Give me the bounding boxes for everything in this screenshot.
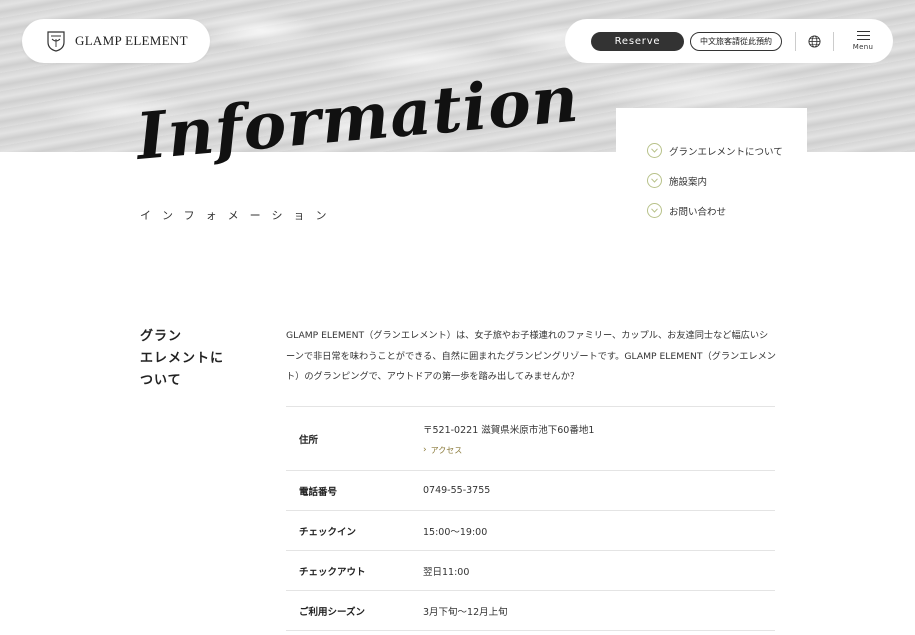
section-heading-line: エレメントに bbox=[140, 351, 225, 366]
header-nav: Reserve 中文旅客請從此預約 Menu bbox=[565, 19, 893, 63]
table-row: ご利用シーズン 3月下旬〜12月上旬 bbox=[286, 591, 775, 631]
section-heading-line: グラン bbox=[140, 329, 183, 344]
logo-link[interactable]: GLAMP ELEMENT bbox=[22, 19, 210, 63]
nav-divider bbox=[833, 32, 834, 51]
anchor-link-label: グランエレメントについて bbox=[669, 146, 783, 158]
chevron-down-icon bbox=[647, 143, 662, 158]
chinese-reserve-button[interactable]: 中文旅客請從此預約 bbox=[690, 32, 782, 51]
access-link-label: アクセス bbox=[430, 445, 463, 455]
anchor-link-contact[interactable]: お問い合わせ bbox=[647, 203, 726, 218]
row-label: 電話番号 bbox=[299, 486, 338, 498]
table-row: チェックアウト 翌日11:00 bbox=[286, 551, 775, 591]
table-row: 住所 〒521-0221 滋賀県米原市池下60番地1 › アクセス bbox=[286, 407, 775, 471]
access-link[interactable]: › アクセス bbox=[423, 445, 594, 456]
section-heading-line: ついて bbox=[140, 373, 182, 388]
row-value-group: 〒521-0221 滋賀県米原市池下60番地1 › アクセス bbox=[423, 422, 594, 456]
row-label: チェックイン bbox=[299, 526, 357, 538]
menu-label: Menu bbox=[852, 43, 874, 51]
anchor-link-label: お問い合わせ bbox=[669, 206, 727, 218]
phone-number[interactable]: 0749-55-3755 bbox=[423, 485, 490, 496]
nav-divider bbox=[795, 32, 796, 51]
globe-icon[interactable] bbox=[808, 35, 821, 48]
menu-button[interactable]: Menu bbox=[850, 30, 876, 54]
row-value: 〒521-0221 滋賀県米原市池下60番地1 bbox=[423, 424, 595, 436]
page-title-kana: インフォメーション bbox=[140, 209, 338, 222]
page-anchor-nav: グランエレメントについて 施設案内 お問い合わせ bbox=[616, 108, 807, 238]
info-table: 住所 〒521-0221 滋賀県米原市池下60番地1 › アクセス 電話番号 0… bbox=[286, 406, 775, 631]
table-row: 電話番号 0749-55-3755 bbox=[286, 471, 775, 511]
row-label: チェックアウト bbox=[299, 566, 366, 578]
chevron-down-icon bbox=[647, 173, 662, 188]
section-intro: GLAMP ELEMENT（グランエレメント）は、女子旅やお子様連れのファミリー… bbox=[286, 330, 776, 382]
chevron-right-icon: › bbox=[423, 445, 427, 455]
anchor-link-facilities[interactable]: 施設案内 bbox=[647, 173, 707, 188]
anchor-link-label: 施設案内 bbox=[669, 176, 708, 188]
reserve-button[interactable]: Reserve bbox=[591, 32, 684, 51]
table-row: チェックイン 15:00〜19:00 bbox=[286, 511, 775, 551]
row-label: ご利用シーズン bbox=[299, 606, 366, 618]
chevron-down-icon bbox=[647, 203, 662, 218]
anchor-link-about[interactable]: グランエレメントについて bbox=[647, 143, 783, 158]
section-heading: グラン エレメントに ついて bbox=[140, 326, 250, 392]
row-value: 15:00〜19:00 bbox=[423, 526, 488, 538]
row-value: 翌日11:00 bbox=[423, 566, 470, 578]
crest-logo-icon bbox=[47, 31, 65, 52]
logo-text: GLAMP ELEMENT bbox=[75, 33, 188, 48]
row-label: 住所 bbox=[299, 434, 319, 446]
row-value: 3月下旬〜12月上旬 bbox=[423, 606, 508, 618]
hamburger-icon bbox=[856, 31, 870, 40]
